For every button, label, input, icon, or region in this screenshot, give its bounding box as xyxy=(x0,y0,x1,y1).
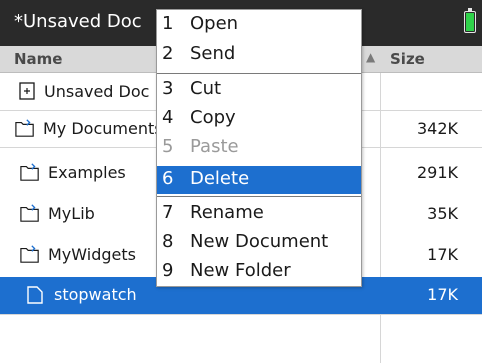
folder-icon xyxy=(20,204,39,222)
menu-separator xyxy=(157,196,361,197)
menu-item-number: 9 xyxy=(162,260,174,281)
file-name: MyWidgets xyxy=(48,245,136,264)
menu-item-label: Send xyxy=(190,43,236,64)
document-title: *Unsaved Doc xyxy=(14,11,142,32)
menu-item-number: 1 xyxy=(162,13,174,34)
file-size: 17K xyxy=(427,245,458,264)
file-size: 291K xyxy=(416,163,458,182)
file-name: Unsaved Doc xyxy=(44,82,150,101)
menu-item-delete[interactable]: 6 Delete xyxy=(157,166,361,194)
file-name: Examples xyxy=(48,163,126,182)
menu-item-open[interactable]: 1 Open xyxy=(157,11,361,39)
menu-item-label: Delete xyxy=(190,168,250,189)
menu-item-number: 3 xyxy=(162,78,174,99)
folder-icon xyxy=(20,163,39,181)
menu-item-label: Paste xyxy=(190,136,239,157)
menu-item-rename[interactable]: 7 Rename xyxy=(157,200,361,228)
menu-item-paste: 5 Paste xyxy=(157,134,361,162)
document-icon xyxy=(19,82,35,100)
folder-icon xyxy=(15,119,34,137)
menu-item-number: 5 xyxy=(162,136,174,157)
row-divider xyxy=(0,314,482,315)
file-name: stopwatch xyxy=(54,285,137,304)
context-menu: 1 Open 2 Send 3 Cut 4 Copy 5 Paste 6 Del… xyxy=(156,9,362,287)
menu-item-number: 8 xyxy=(162,231,174,252)
menu-item-label: Cut xyxy=(190,78,222,99)
folder-icon xyxy=(20,245,39,263)
file-size: 35K xyxy=(427,204,458,223)
document-icon xyxy=(27,286,43,304)
menu-item-number: 2 xyxy=(162,43,174,64)
menu-item-label: Rename xyxy=(190,202,264,223)
menu-item-label: New Folder xyxy=(190,260,291,281)
column-header-size[interactable]: Size xyxy=(390,50,425,68)
file-browser-screen: *Unsaved Doc Name ▲ Size Unsaved Doc My … xyxy=(0,0,482,363)
menu-item-cut[interactable]: 3 Cut xyxy=(157,76,361,104)
menu-item-send[interactable]: 2 Send xyxy=(157,41,361,69)
sort-ascending-arrow-icon: ▲ xyxy=(366,50,376,64)
menu-item-new-document[interactable]: 8 New Document xyxy=(157,229,361,257)
column-header-name[interactable]: Name xyxy=(14,50,62,68)
menu-separator xyxy=(157,73,361,74)
file-name: MyLib xyxy=(48,204,95,223)
file-name: My Documents xyxy=(43,119,163,138)
file-size: 17K xyxy=(427,285,458,304)
menu-item-label: Open xyxy=(190,13,239,34)
menu-item-new-folder[interactable]: 9 New Folder xyxy=(157,258,361,286)
battery-full-icon xyxy=(464,8,476,33)
file-size: 342K xyxy=(416,119,458,138)
menu-item-number: 4 xyxy=(162,107,174,128)
menu-item-label: New Document xyxy=(190,231,329,252)
menu-item-number: 7 xyxy=(162,202,174,223)
menu-item-label: Copy xyxy=(190,107,236,128)
menu-item-number: 6 xyxy=(162,168,174,189)
menu-item-copy[interactable]: 4 Copy xyxy=(157,105,361,133)
